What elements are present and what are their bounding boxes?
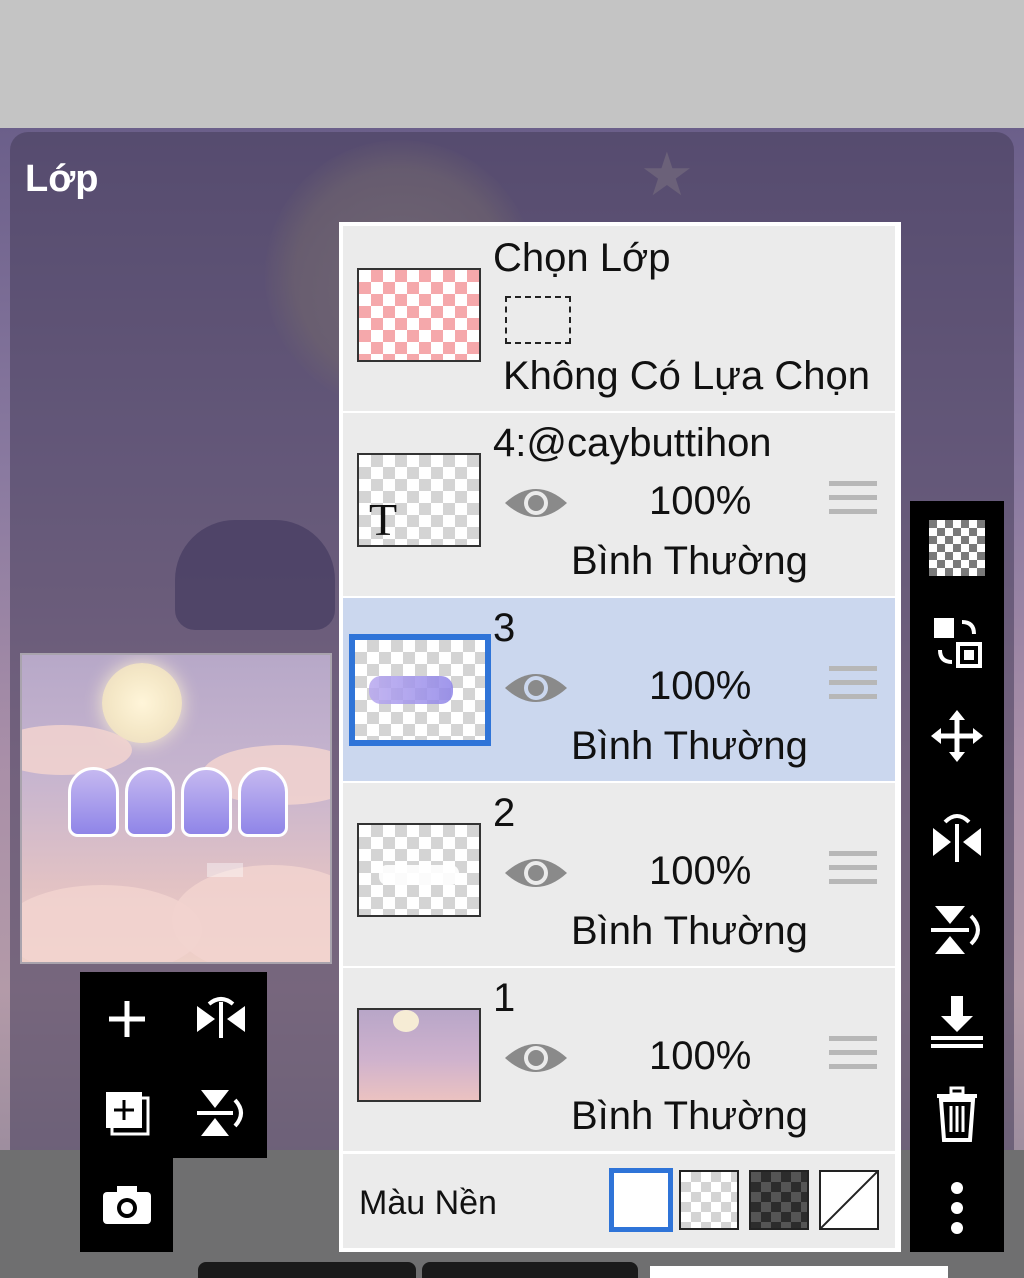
drag-handle-icon[interactable] — [829, 851, 877, 893]
camera-icon — [102, 1185, 151, 1224]
transparency-button[interactable] — [910, 501, 1004, 595]
background-color-row: Màu Nền — [343, 1154, 895, 1248]
selection-status: Không Có Lựa Chọn — [503, 354, 871, 398]
trash-icon — [937, 1086, 977, 1142]
layer-opacity[interactable]: 100% — [649, 849, 751, 894]
text-layer-glyph: T — [369, 494, 398, 545]
background-none-swatch[interactable] — [819, 1170, 879, 1230]
more-button[interactable] — [910, 1161, 1004, 1255]
transparency-icon — [929, 520, 985, 576]
move-icon — [931, 710, 983, 762]
bottom-input-edge — [650, 1266, 948, 1278]
panel-title: Lớp — [25, 158, 99, 200]
layer-thumbnail: T — [357, 453, 481, 547]
selection-layer[interactable]: Chọn Lớp Không Có Lựa Chọn — [343, 226, 895, 411]
selection-layer-thumbnail — [357, 268, 481, 362]
visibility-eye-icon[interactable] — [503, 851, 569, 895]
visibility-eye-icon[interactable] — [503, 1036, 569, 1080]
layer-row[interactable]: T 4:@caybuttihon 100% Bình Thường — [343, 413, 895, 596]
selection-layer-title: Chọn Lớp — [493, 236, 671, 280]
layer-blend-mode[interactable]: Bình Thường — [571, 724, 808, 769]
bottom-toolbar — [198, 1262, 638, 1278]
layer-opacity[interactable]: 100% — [649, 479, 751, 524]
layer-swap-button[interactable] — [910, 595, 1004, 689]
layer-toolbox-extension — [80, 1158, 173, 1252]
layer-thumbnail — [357, 823, 481, 917]
layer-row[interactable]: 3 100% Bình Thường — [343, 598, 895, 781]
layer-blend-mode[interactable]: Bình Thường — [571, 1094, 808, 1139]
selection-marquee-icon — [505, 296, 571, 344]
flip-vertical-icon — [196, 1089, 243, 1136]
background-white-swatch[interactable] — [609, 1168, 673, 1232]
merge-down-icon — [931, 996, 983, 1048]
visibility-eye-icon[interactable] — [503, 481, 569, 525]
layer-name: 4:@caybuttihon — [493, 421, 772, 465]
flip-horizontal-button[interactable] — [174, 972, 267, 1065]
layer-row[interactable]: 2 100% Bình Thường — [343, 783, 895, 966]
layer-blend-mode[interactable]: Bình Thường — [571, 909, 808, 954]
camera-button[interactable] — [80, 1158, 173, 1251]
move-button[interactable] — [910, 689, 1004, 783]
background-dark-checker-swatch[interactable] — [749, 1170, 809, 1230]
bottom-tab[interactable] — [198, 1262, 416, 1278]
more-icon — [951, 1182, 963, 1234]
delete-layer-button[interactable] — [910, 1067, 1004, 1161]
layer-toolbox — [80, 972, 267, 1158]
visibility-eye-icon[interactable] — [503, 666, 569, 710]
flip-horizontal-icon — [933, 814, 981, 862]
layer-opacity[interactable]: 100% — [649, 664, 751, 709]
bottom-tab[interactable] — [422, 1262, 638, 1278]
drag-handle-icon[interactable] — [829, 1036, 877, 1078]
drag-handle-icon[interactable] — [829, 666, 877, 708]
layer-blend-mode[interactable]: Bình Thường — [571, 539, 808, 584]
none-slash-icon — [820, 1171, 878, 1229]
preview-cloud — [172, 865, 330, 962]
preview-caption — [207, 863, 243, 877]
layer-name: 3 — [493, 606, 516, 650]
layers-list: Chọn Lớp Không Có Lựa Chọn T 4:@caybutti… — [339, 222, 901, 1252]
flip-vertical-icon — [931, 906, 980, 954]
layer-thumbnail — [357, 1008, 481, 1102]
duplicate-layer-icon — [105, 1091, 149, 1135]
right-toolbar — [910, 501, 1004, 1252]
layer-name: 1 — [493, 976, 516, 1020]
flip-vertical-button[interactable] — [910, 883, 1004, 977]
add-layer-button[interactable] — [80, 972, 173, 1065]
merge-down-button[interactable] — [910, 975, 1004, 1069]
layer-thumbnail — [349, 634, 491, 746]
layer-opacity[interactable]: 100% — [649, 1034, 751, 1079]
layer-row[interactable]: 1 100% Bình Thường — [343, 968, 895, 1151]
flip-horizontal-icon — [196, 996, 245, 1038]
duplicate-layer-button[interactable] — [80, 1066, 173, 1159]
background-color-label: Màu Nền — [359, 1184, 497, 1222]
background-transparent-swatch[interactable] — [679, 1170, 739, 1230]
layer-name: 2 — [493, 791, 516, 835]
drag-handle-icon[interactable] — [829, 481, 877, 523]
preview-artwork — [68, 767, 288, 837]
flip-horizontal-button[interactable] — [910, 789, 1004, 883]
layer-swap-icon — [934, 618, 982, 668]
preview-moon — [102, 663, 182, 743]
flip-vertical-button[interactable] — [174, 1066, 267, 1159]
canvas-preview[interactable] — [20, 653, 332, 964]
add-layer-icon — [108, 1000, 145, 1037]
